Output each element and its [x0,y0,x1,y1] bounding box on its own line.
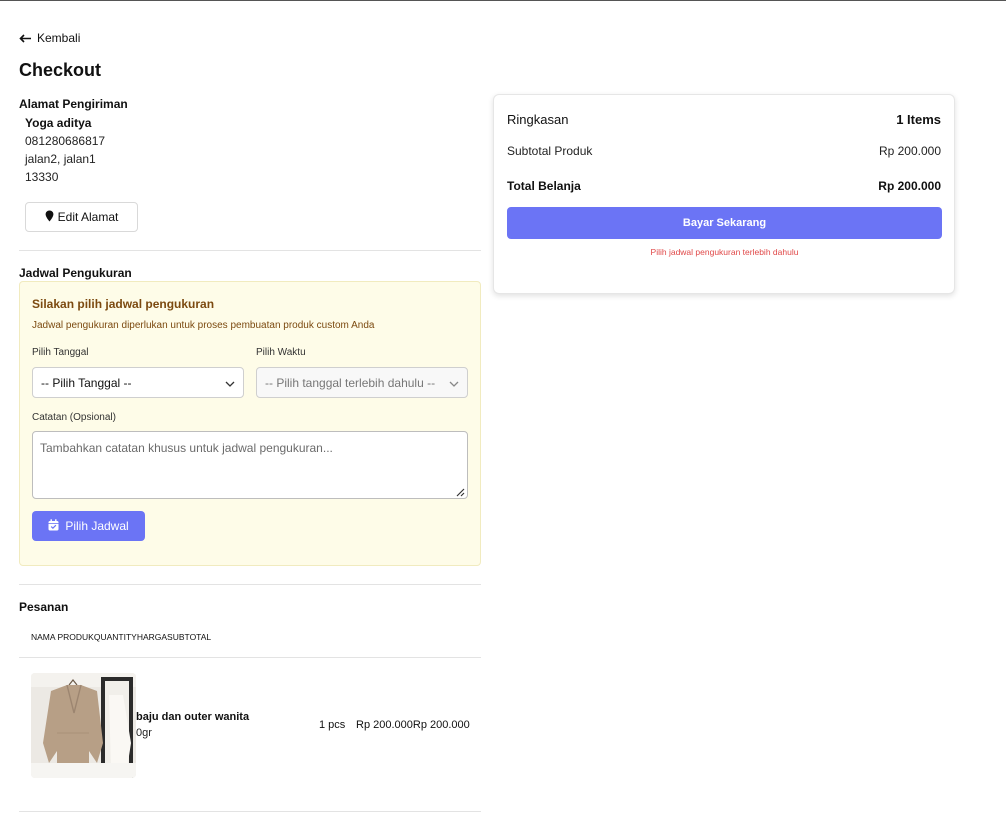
column-header: QUANTITY [93,632,137,642]
product-image [31,673,136,778]
back-link[interactable]: Kembali [19,31,80,45]
pay-now-button[interactable]: Bayar Sekarang [507,207,942,239]
notes-textarea[interactable]: Tambahkan catatan khusus untuk jadwal pe… [32,431,468,499]
orders-section-label: Pesanan [19,600,69,614]
product-name: baju dan outer wanita [136,711,250,723]
top-border [0,0,1006,1]
pay-now-label: Bayar Sekarang [682,217,767,229]
notes-label: Catatan (Opsional) [32,412,116,423]
edit-address-label: Edit Alamat [57,210,119,224]
recipient-street: jalan2, jalan1 [25,152,96,166]
schedule-warning: Pilih jadwal pengukuran terlebih dahulu [650,247,799,257]
notes-placeholder: Tambahkan catatan khusus untuk jadwal pe… [40,441,333,455]
calendar-check-icon [48,518,59,534]
product-price-cells: Rp 200.000Rp 200.000 [356,719,470,731]
address-block: Yoga aditya 081280686817 jalan2, jalan1 … [25,114,105,186]
summary-items-count: 1 Items [896,112,941,127]
column-header: NAMA PRODUK [31,632,94,642]
date-select[interactable]: -- Pilih Tanggal -- [32,367,244,398]
total-value: Rp 200.000 [878,179,941,193]
orders-table-header: NAMA PRODUK QUANTITY HARGA SUBTOTAL [31,632,211,642]
address-section-label: Alamat Pengiriman [19,97,128,111]
subtotal-label: Subtotal Produk [507,144,593,158]
choose-schedule-button[interactable]: Pilih Jadwal [32,511,145,541]
chevron-down-icon [449,376,459,390]
schedule-section-label: Jadwal Pengukuran [19,266,132,280]
time-label: Pilih Waktu [256,347,306,358]
subtotal-value: Rp 200.000 [878,144,941,158]
column-header: SUBTOTAL [167,632,212,642]
time-select[interactable]: -- Pilih tanggal terlebih dahulu -- [256,367,468,398]
recipient-name: Yoga aditya [25,116,92,130]
product-weight: 0gr [136,727,152,739]
total-label: Total Belanja [507,179,581,193]
map-pin-icon [45,210,54,225]
page-title: Checkout [19,60,102,80]
product-price: Rp 200.000 [356,719,413,731]
edit-address-button[interactable]: Edit Alamat [25,202,138,232]
date-label: Pilih Tanggal [32,347,89,358]
divider [19,811,481,812]
divider [19,584,481,585]
resize-grip-icon[interactable] [455,486,465,497]
schedule-heading: Silakan pilih jadwal pengukuran [32,297,215,311]
arrow-left-icon [19,33,32,43]
recipient-phone: 081280686817 [25,134,106,148]
time-select-value: -- Pilih tanggal terlebih dahulu -- [265,375,436,390]
divider [19,250,481,251]
back-label: Kembali [37,31,81,45]
chevron-down-icon [225,376,235,390]
product-quantity: 1 pcs [319,719,346,731]
column-header: HARGA [136,632,168,642]
schedule-panel: Silakan pilih jadwal pengukuran Jadwal p… [19,281,481,566]
recipient-postal-code: 13330 [25,170,59,184]
divider [19,657,481,658]
product-subtotal: Rp 200.000 [412,719,470,731]
date-select-value: -- Pilih Tanggal -- [41,375,132,390]
schedule-description: Jadwal pengukuran diperlukan untuk prose… [32,320,375,331]
choose-schedule-label: Pilih Jadwal [65,519,129,533]
summary-title: Ringkasan [507,112,569,127]
summary-card: Ringkasan 1 Items Subtotal Produk Rp 200… [493,94,955,294]
